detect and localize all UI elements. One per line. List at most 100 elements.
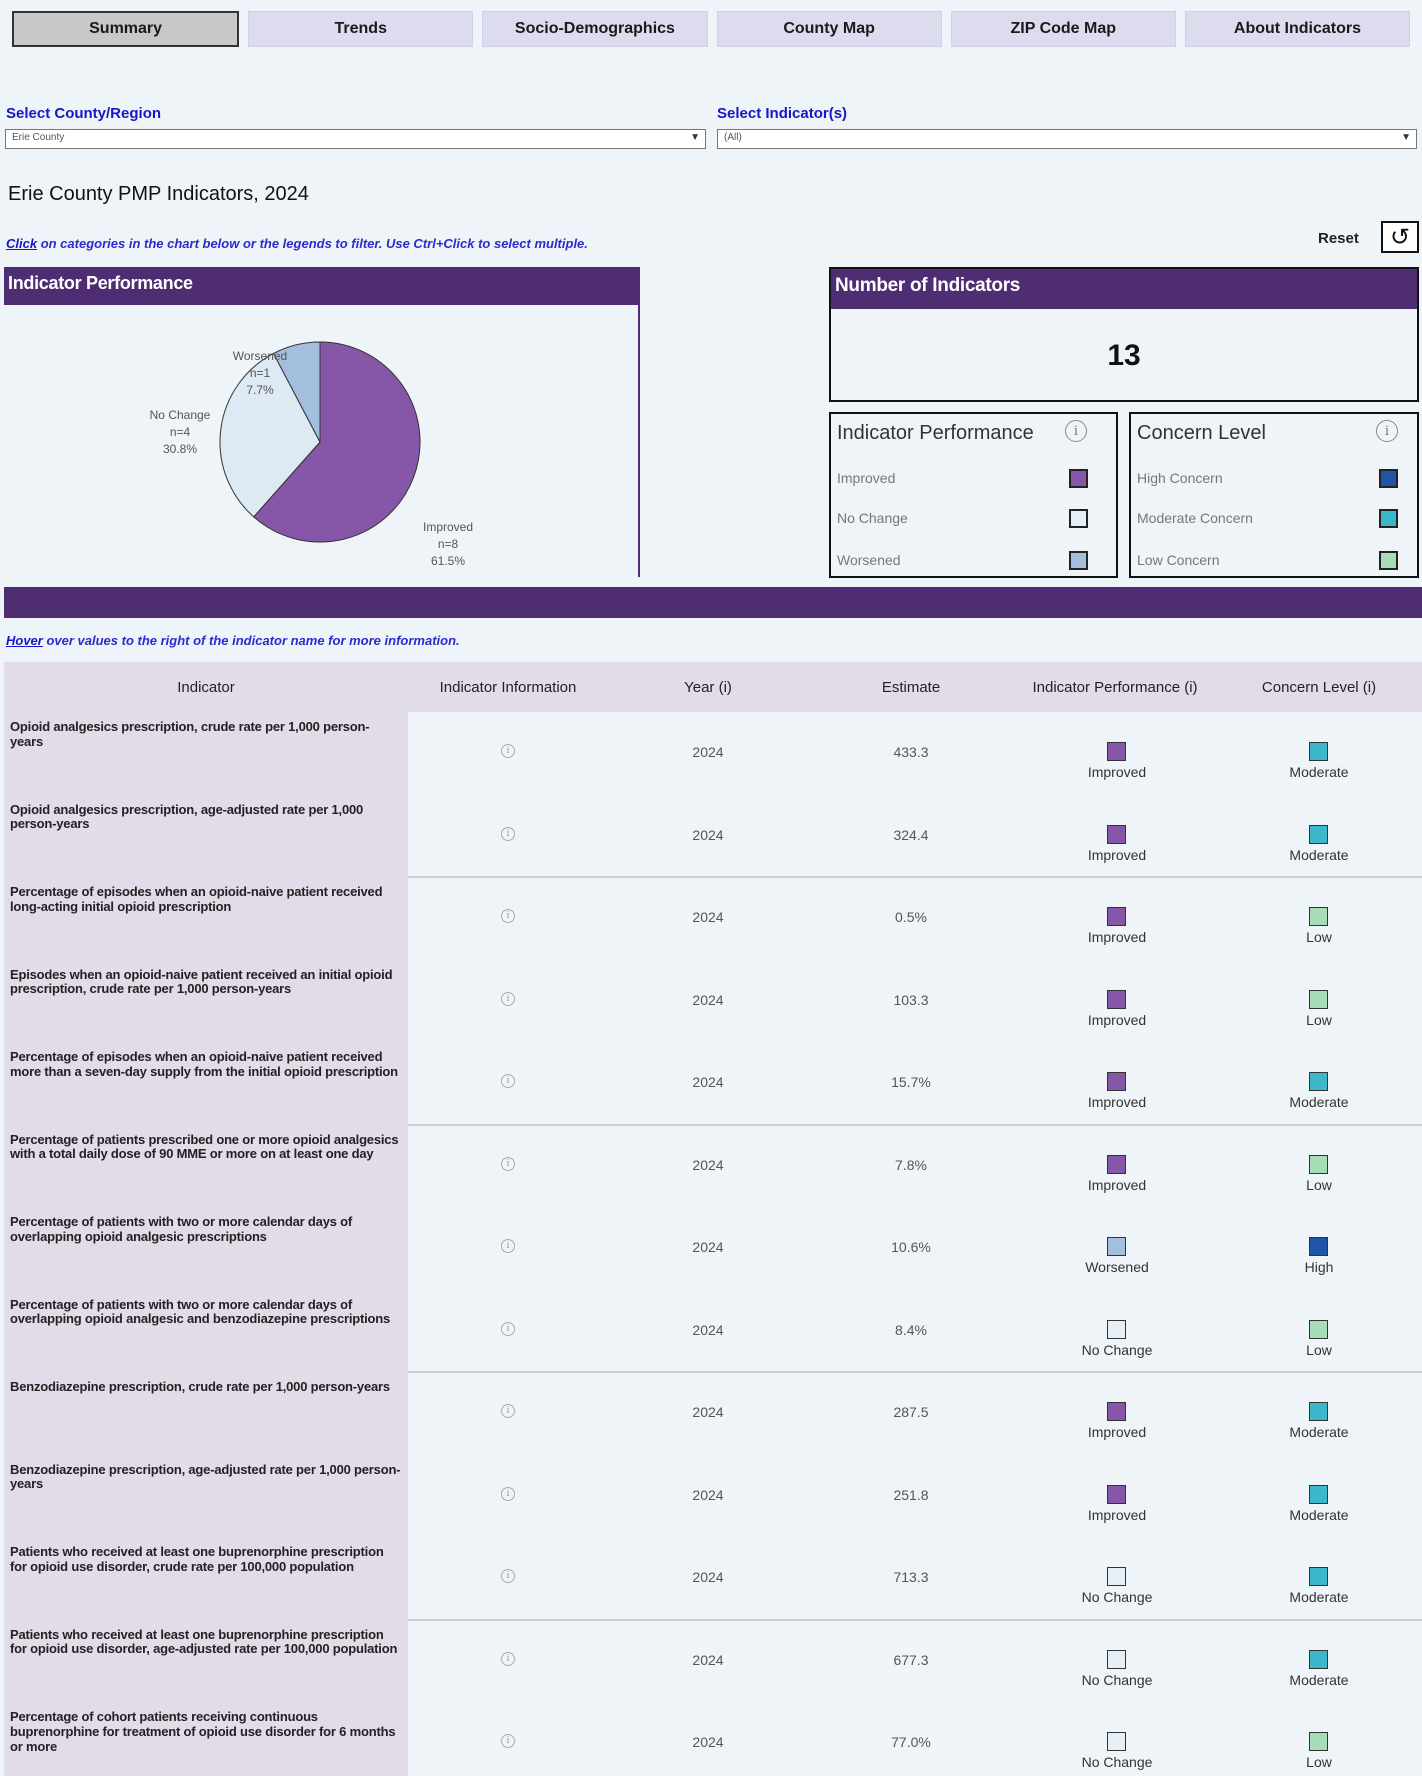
year-cell[interactable]: 2024 (608, 1537, 808, 1620)
performance-cell[interactable]: No Change (1014, 1702, 1216, 1776)
performance-cell[interactable]: Worsened (1014, 1207, 1216, 1290)
concern-marker[interactable] (1309, 1732, 1328, 1751)
tab-about-indicators[interactable]: About Indicators (1184, 11, 1411, 47)
legend-swatch-worsened[interactable] (1069, 551, 1088, 570)
info-icon[interactable]: i (501, 1074, 515, 1088)
col-indicator-performance[interactable]: Indicator Performance (i) (1014, 679, 1216, 696)
performance-cell[interactable]: Improved (1014, 877, 1216, 960)
performance-pie-chart[interactable]: Worsened n=1 7.7% No Change n=4 30.8% Im… (4, 305, 638, 577)
performance-cell[interactable]: Improved (1014, 1125, 1216, 1208)
info-icon[interactable]: i (1065, 420, 1087, 442)
tab-socio-demographics[interactable]: Socio-Demographics (482, 11, 708, 47)
info-icon[interactable]: i (501, 1404, 515, 1418)
estimate-cell[interactable]: 8.4% (808, 1290, 1014, 1373)
performance-cell[interactable]: Improved (1014, 712, 1216, 795)
concern-cell[interactable]: Low (1216, 1125, 1422, 1208)
col-year[interactable]: Year (i) (608, 679, 808, 696)
concern-cell[interactable]: Moderate (1216, 795, 1422, 878)
reset-button[interactable]: ↺ (1381, 221, 1419, 253)
concern-marker[interactable] (1309, 742, 1328, 761)
year-cell[interactable]: 2024 (608, 877, 808, 960)
estimate-cell[interactable]: 713.3 (808, 1537, 1014, 1620)
concern-marker[interactable] (1309, 1237, 1328, 1256)
tab-trends[interactable]: Trends (248, 11, 474, 47)
estimate-cell[interactable]: 77.0% (808, 1702, 1014, 1776)
estimate-cell[interactable]: 15.7% (808, 1042, 1014, 1125)
indicator-info-cell[interactable]: i (408, 1125, 608, 1208)
year-cell[interactable]: 2024 (608, 1207, 808, 1290)
estimate-cell[interactable]: 0.5% (808, 877, 1014, 960)
info-icon[interactable]: i (501, 1321, 515, 1336)
concern-cell[interactable]: Moderate (1216, 1537, 1422, 1620)
concern-cell[interactable]: Moderate (1216, 1620, 1422, 1703)
legend-item-no-change[interactable]: No Change (837, 510, 908, 526)
indicator-info-cell[interactable]: i (408, 1702, 608, 1776)
performance-marker[interactable] (1107, 742, 1126, 761)
performance-cell[interactable]: Improved (1014, 795, 1216, 878)
col-concern-level[interactable]: Concern Level (i) (1216, 679, 1422, 696)
estimate-cell[interactable]: 10.6% (808, 1207, 1014, 1290)
concern-marker[interactable] (1309, 1567, 1328, 1586)
concern-cell[interactable]: High (1216, 1207, 1422, 1290)
legend-item-improved[interactable]: Improved (837, 470, 895, 486)
performance-marker[interactable] (1107, 1402, 1126, 1421)
info-icon[interactable]: i (501, 1156, 515, 1171)
performance-marker[interactable] (1107, 1732, 1126, 1751)
concern-cell[interactable]: Low (1216, 960, 1422, 1043)
concern-cell[interactable]: Low (1216, 877, 1422, 960)
concern-cell[interactable]: Moderate (1216, 712, 1422, 795)
indicator-select[interactable]: (All) ▼ (717, 129, 1417, 149)
year-cell[interactable]: 2024 (608, 1372, 808, 1455)
concern-marker[interactable] (1309, 1072, 1328, 1091)
concern-marker[interactable] (1309, 1649, 1328, 1669)
year-cell[interactable]: 2024 (608, 960, 808, 1043)
concern-marker[interactable] (1309, 1154, 1328, 1174)
estimate-cell[interactable]: 677.3 (808, 1620, 1014, 1703)
indicator-info-cell[interactable]: i (408, 1537, 608, 1620)
estimate-cell[interactable]: 7.8% (808, 1125, 1014, 1208)
info-icon[interactable]: i (1376, 420, 1398, 442)
concern-marker[interactable] (1309, 824, 1328, 844)
tab-summary[interactable]: Summary (12, 11, 240, 47)
performance-cell[interactable]: Improved (1014, 1455, 1216, 1538)
performance-marker[interactable] (1107, 1649, 1126, 1669)
concern-marker[interactable] (1309, 1402, 1328, 1421)
info-icon[interactable]: i (501, 1569, 515, 1583)
indicator-info-cell[interactable]: i (408, 877, 608, 960)
legend-swatch-improved[interactable] (1069, 469, 1088, 488)
concern-marker[interactable] (1309, 907, 1328, 926)
concern-cell[interactable]: Low (1216, 1702, 1422, 1776)
indicator-info-cell[interactable]: i (408, 1372, 608, 1455)
performance-cell[interactable]: No Change (1014, 1537, 1216, 1620)
indicator-info-cell[interactable]: i (408, 712, 608, 795)
info-icon[interactable]: i (501, 1486, 515, 1501)
year-cell[interactable]: 2024 (608, 1290, 808, 1373)
estimate-cell[interactable]: 251.8 (808, 1455, 1014, 1538)
county-select[interactable]: Erie County ▼ (5, 129, 706, 149)
performance-marker[interactable] (1107, 1567, 1126, 1586)
year-cell[interactable]: 2024 (608, 1042, 808, 1125)
performance-cell[interactable]: No Change (1014, 1620, 1216, 1703)
indicator-info-cell[interactable]: i (408, 1620, 608, 1703)
performance-cell[interactable]: No Change (1014, 1290, 1216, 1373)
performance-marker[interactable] (1107, 1484, 1126, 1504)
concern-marker[interactable] (1309, 1484, 1328, 1504)
performance-marker[interactable] (1107, 989, 1126, 1009)
info-icon[interactable]: i (501, 991, 515, 1006)
legend-swatch-no-change[interactable] (1069, 509, 1088, 528)
performance-marker[interactable] (1107, 907, 1126, 926)
concern-cell[interactable]: Moderate (1216, 1455, 1422, 1538)
indicator-info-cell[interactable]: i (408, 1042, 608, 1125)
tab-zip-code-map[interactable]: ZIP Code Map (950, 11, 1176, 47)
performance-cell[interactable]: Improved (1014, 1372, 1216, 1455)
performance-marker[interactable] (1107, 1072, 1126, 1091)
performance-marker[interactable] (1107, 824, 1126, 844)
indicator-info-cell[interactable]: i (408, 960, 608, 1043)
legend-item-worsened[interactable]: Worsened (837, 552, 901, 568)
info-icon[interactable]: i (501, 1239, 515, 1253)
performance-cell[interactable]: Improved (1014, 1042, 1216, 1125)
estimate-cell[interactable]: 324.4 (808, 795, 1014, 878)
legend-item-high-concern[interactable]: High Concern (1137, 470, 1223, 486)
performance-marker[interactable] (1107, 1319, 1126, 1339)
indicator-info-cell[interactable]: i (408, 1290, 608, 1373)
